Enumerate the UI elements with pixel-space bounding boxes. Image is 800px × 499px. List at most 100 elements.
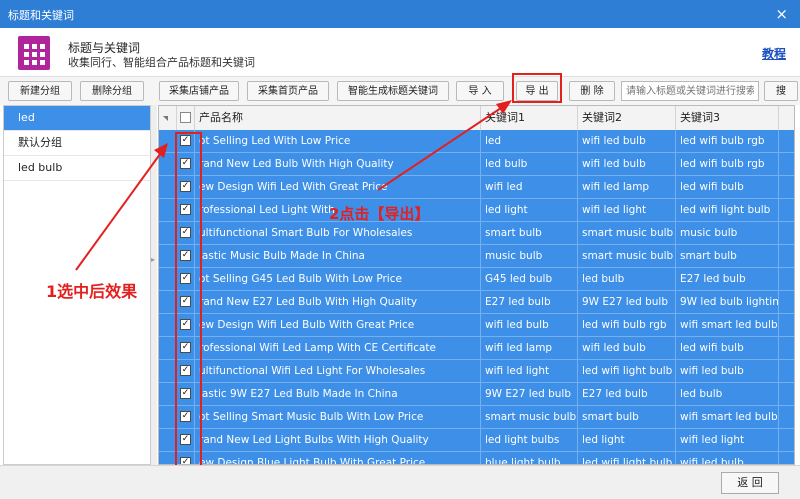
table-row[interactable]: ✓ ultifunctional Wifi Led Light For Whole…: [159, 360, 794, 383]
table-row[interactable]: ✓ ew Design Blue Light Bulb With Great Pr…: [159, 452, 794, 464]
sidebar-item-default-group[interactable]: 默认分组: [4, 131, 150, 156]
keyword3-cell[interactable]: led bulb: [676, 383, 779, 405]
product-name-cell[interactable]: rand New Led Light Bulbs With High Quali…: [195, 429, 481, 451]
collect-home-products-button[interactable]: 采集首页产品: [247, 81, 329, 101]
keyword2-cell[interactable]: wifi led lamp: [578, 176, 676, 198]
table-row[interactable]: ✓ rand New E27 Led Bulb With High Quality…: [159, 291, 794, 314]
column-header-keyword2[interactable]: 关键词2: [578, 106, 676, 130]
column-header-keyword3[interactable]: 关键词3: [676, 106, 779, 130]
keyword3-cell[interactable]: led wifi bulb rgb: [676, 153, 779, 175]
select-all-checkbox[interactable]: [180, 112, 191, 123]
keyword2-cell[interactable]: led bulb: [578, 268, 676, 290]
keyword1-cell[interactable]: 9W E27 led bulb: [481, 383, 578, 405]
delete-group-button[interactable]: 删除分组: [80, 81, 144, 101]
keyword1-cell[interactable]: G45 led bulb: [481, 268, 578, 290]
keyword2-cell[interactable]: wifi led bulb: [578, 153, 676, 175]
product-name-cell[interactable]: ot Selling Led With Low Price: [195, 130, 481, 152]
keyword3-cell[interactable]: led wifi bulb: [676, 337, 779, 359]
keyword2-cell[interactable]: wifi led bulb: [578, 130, 676, 152]
keyword3-cell[interactable]: smart bulb: [676, 245, 779, 267]
keyword3-cell[interactable]: led wifi bulb rgb: [676, 130, 779, 152]
search-input[interactable]: [621, 81, 759, 101]
keyword1-cell[interactable]: led bulb: [481, 153, 578, 175]
column-header-keyword1[interactable]: 关键词1: [481, 106, 578, 130]
table-row[interactable]: ✓ ew Design Wifi Led With Great Price wifi…: [159, 176, 794, 199]
table-row[interactable]: ✓ rofessional Led Light With led light wifi…: [159, 199, 794, 222]
delete-button[interactable]: 删 除: [569, 81, 615, 101]
product-name-cell[interactable]: ultifunctional Smart Bulb For Wholesales: [195, 222, 481, 244]
keyword1-cell[interactable]: wifi led light: [481, 360, 578, 382]
table-row[interactable]: ✓ rofessional Wifi Led Lamp With CE Certi…: [159, 337, 794, 360]
table-row[interactable]: ✓ ot Selling Led With Low Price led wifi le…: [159, 130, 794, 153]
keyword2-cell[interactable]: led wifi light bulb: [578, 360, 676, 382]
keyword2-cell[interactable]: smart music bulb: [578, 245, 676, 267]
import-button[interactable]: 导 入: [456, 81, 504, 101]
product-name-cell[interactable]: lastic Music Bulb Made In China: [195, 245, 481, 267]
sidebar-item-led[interactable]: led: [4, 106, 150, 131]
keyword3-cell[interactable]: wifi led bulb: [676, 452, 779, 464]
sidebar-item-led-bulb[interactable]: led bulb: [4, 156, 150, 181]
product-name-cell[interactable]: rand New E27 Led Bulb With High Quality: [195, 291, 481, 313]
search-button[interactable]: 搜: [764, 81, 798, 101]
table-row[interactable]: ✓ lastic Music Bulb Made In China music bu…: [159, 245, 794, 268]
smart-generate-button[interactable]: 智能生成标题关键词: [337, 81, 449, 101]
row-end-cell: [779, 176, 794, 198]
product-name-cell[interactable]: lastic 9W E27 Led Bulb Made In China: [195, 383, 481, 405]
keyword1-cell[interactable]: smart music bulb: [481, 406, 578, 428]
keyword2-cell[interactable]: wifi led light: [578, 199, 676, 221]
tutorial-link[interactable]: 教程: [762, 45, 786, 62]
collect-store-products-button[interactable]: 采集店铺产品: [159, 81, 239, 101]
product-name-cell[interactable]: ot Selling G45 Led Bulb With Low Price: [195, 268, 481, 290]
table-row[interactable]: ✓ rand New Led Bulb With High Quality led …: [159, 153, 794, 176]
window-title: 标题和关键词: [8, 9, 74, 22]
product-name-cell[interactable]: ultifunctional Wifi Led Light For Wholes…: [195, 360, 481, 382]
table-row[interactable]: ✓ ot Selling G45 Led Bulb With Low Price G…: [159, 268, 794, 291]
table-row[interactable]: ✓ rand New Led Light Bulbs With High Qual…: [159, 429, 794, 452]
panel-splitter[interactable]: ▸: [151, 105, 157, 465]
close-icon[interactable]: ×: [775, 5, 788, 23]
keyword1-cell[interactable]: led: [481, 130, 578, 152]
product-name-cell[interactable]: ew Design Blue Light Bulb With Great Pri…: [195, 452, 481, 464]
keyword1-cell[interactable]: wifi led: [481, 176, 578, 198]
keyword3-cell[interactable]: wifi smart led bulb: [676, 314, 779, 336]
keyword1-cell[interactable]: led light bulbs: [481, 429, 578, 451]
keyword3-cell[interactable]: E27 led bulb: [676, 268, 779, 290]
table-row[interactable]: ✓ ot Selling Smart Music Bulb With Low Pr…: [159, 406, 794, 429]
keyword3-cell[interactable]: 9W led bulb lighting: [676, 291, 779, 313]
table-row[interactable]: ✓ ew Design Wifi Led Bulb With Great Pric…: [159, 314, 794, 337]
keyword3-cell[interactable]: led wifi light bulb: [676, 199, 779, 221]
keyword2-cell[interactable]: led wifi light bulb: [578, 452, 676, 464]
select-all-cell: [177, 106, 195, 130]
keyword1-cell[interactable]: music bulb: [481, 245, 578, 267]
keyword2-cell[interactable]: smart music bulb: [578, 222, 676, 244]
product-name-cell[interactable]: ot Selling Smart Music Bulb With Low Pri…: [195, 406, 481, 428]
keyword1-cell[interactable]: wifi led bulb: [481, 314, 578, 336]
keyword2-cell[interactable]: led light: [578, 429, 676, 451]
keyword2-cell[interactable]: smart bulb: [578, 406, 676, 428]
keyword3-cell[interactable]: wifi smart led bulb: [676, 406, 779, 428]
product-name-cell[interactable]: rofessional Wifi Led Lamp With CE Certif…: [195, 337, 481, 359]
product-name-cell[interactable]: ew Design Wifi Led With Great Price: [195, 176, 481, 198]
keyword1-cell[interactable]: smart bulb: [481, 222, 578, 244]
product-name-cell[interactable]: rand New Led Bulb With High Quality: [195, 153, 481, 175]
keyword1-cell[interactable]: blue light bulb: [481, 452, 578, 464]
keyword3-cell[interactable]: wifi led bulb: [676, 360, 779, 382]
keyword1-cell[interactable]: E27 led bulb: [481, 291, 578, 313]
table-row[interactable]: ✓ lastic 9W E27 Led Bulb Made In China 9W …: [159, 383, 794, 406]
row-end-cell: [779, 314, 794, 336]
keyword2-cell[interactable]: 9W E27 led bulb: [578, 291, 676, 313]
keyword2-cell[interactable]: wifi led bulb: [578, 337, 676, 359]
keyword3-cell[interactable]: led wifi bulb: [676, 176, 779, 198]
table-row[interactable]: ✓ ultifunctional Smart Bulb For Wholesale…: [159, 222, 794, 245]
row-end-cell: [779, 429, 794, 451]
return-button[interactable]: 返 回: [721, 472, 779, 494]
keyword2-cell[interactable]: E27 led bulb: [578, 383, 676, 405]
keyword3-cell[interactable]: music bulb: [676, 222, 779, 244]
column-header-product-name[interactable]: 产品名称: [195, 106, 481, 130]
keyword1-cell[interactable]: led light: [481, 199, 578, 221]
keyword2-cell[interactable]: led wifi bulb rgb: [578, 314, 676, 336]
keyword3-cell[interactable]: wifi led light: [676, 429, 779, 451]
product-name-cell[interactable]: ew Design Wifi Led Bulb With Great Price: [195, 314, 481, 336]
keyword1-cell[interactable]: wifi led lamp: [481, 337, 578, 359]
new-group-button[interactable]: 新建分组: [8, 81, 72, 101]
